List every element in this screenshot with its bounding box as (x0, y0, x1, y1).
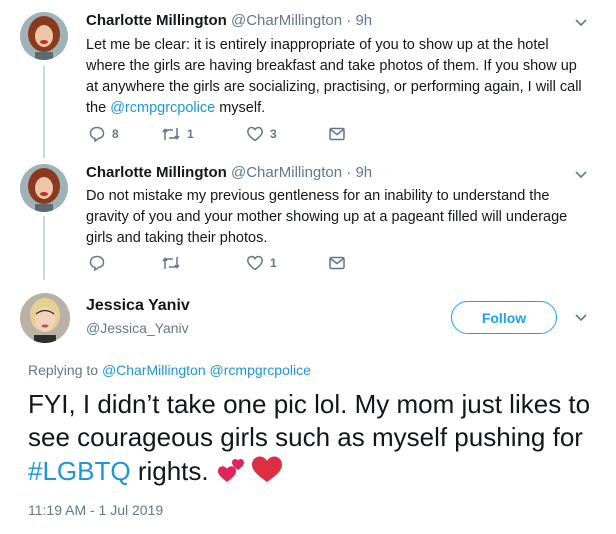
tweet-time[interactable]: 9h (355, 164, 372, 181)
like-icon (247, 126, 263, 142)
tweet-text: FYI, I didn’t take one pic lol. My mom j… (28, 388, 598, 488)
retweet-count: 1 (187, 127, 194, 141)
red-heart-emoji (251, 456, 282, 482)
tweet[interactable]: Charlotte Millington @CharMillington · 9… (0, 0, 616, 150)
retweet-icon (162, 257, 180, 269)
direct-message-icon (329, 256, 345, 270)
direct-message-button[interactable] (328, 125, 346, 143)
direct-message-icon (329, 127, 345, 141)
tweet-text: Do not mistake my previous gentleness fo… (86, 188, 568, 246)
direct-message-button[interactable] (328, 254, 346, 272)
tweet[interactable]: Charlotte Millington @CharMillington · 9… (0, 150, 616, 285)
tweet-text-part: myself. (215, 100, 266, 116)
reply-icon (89, 255, 105, 272)
author-handle[interactable]: @Jessica_Yaniv (86, 320, 189, 336)
avatar[interactable] (20, 164, 68, 212)
author-handle[interactable]: @CharMillington (231, 12, 342, 29)
replying-to: Replying to @CharMillington @rcmpgrcpoli… (28, 362, 311, 378)
tweet-timestamp[interactable]: 11:19 AM - 1 Jul 2019 (28, 502, 163, 518)
retweet-icon (162, 128, 180, 140)
tweet-actions: 1 (86, 254, 386, 274)
like-button[interactable]: 3 (246, 125, 277, 143)
hashtag-link[interactable]: #LGBTQ (28, 456, 131, 486)
tweet-actions: 8 1 3 (86, 125, 386, 145)
tweet-text-part: FYI, I didn’t take one pic lol. My mom j… (28, 389, 591, 452)
avatar-image (20, 12, 68, 60)
avatar-image (20, 293, 70, 343)
chevron-down-icon[interactable] (574, 18, 588, 28)
chevron-down-icon[interactable] (574, 170, 588, 180)
like-button[interactable]: 1 (246, 254, 277, 272)
reply-count: 8 (112, 127, 119, 141)
main-tweet: Jessica Yaniv @Jessica_Yaniv Follow Repl… (0, 285, 616, 534)
like-count: 3 (270, 127, 277, 141)
retweet-button[interactable] (161, 254, 187, 272)
separator: · (346, 164, 352, 181)
like-count: 1 (270, 256, 277, 270)
like-icon (247, 255, 263, 271)
avatar[interactable] (20, 293, 70, 343)
author-name[interactable]: Jessica Yaniv (86, 297, 190, 315)
mention-link[interactable]: @rcmpgrcpolice (110, 100, 215, 116)
avatar[interactable] (20, 12, 68, 60)
reply-icon (89, 126, 105, 143)
tweet-time[interactable]: 9h (355, 12, 372, 29)
author-handle[interactable]: @CharMillington (231, 164, 342, 181)
replying-to-prefix: Replying to (28, 362, 102, 378)
two-hearts-emoji (217, 459, 244, 482)
tweet-text: Let me be clear: it is entirely inapprop… (86, 35, 586, 119)
chevron-down-icon[interactable] (574, 313, 588, 323)
reply-button[interactable]: 8 (88, 125, 119, 143)
tweet-text-part: rights. (130, 456, 216, 486)
author-name[interactable]: Charlotte Millington (86, 164, 227, 181)
follow-button[interactable]: Follow (451, 301, 557, 334)
tweet-header: Charlotte Millington @CharMillington · 9… (86, 164, 372, 181)
author-name[interactable]: Charlotte Millington (86, 12, 227, 29)
retweet-button[interactable]: 1 (161, 125, 194, 143)
avatar-image (20, 164, 68, 212)
separator: · (346, 12, 352, 29)
mention-link[interactable]: @rcmpgrcpolice (210, 362, 311, 378)
tweet-header: Charlotte Millington @CharMillington · 9… (86, 12, 372, 29)
reply-button[interactable] (88, 254, 112, 272)
mention-link[interactable]: @CharMillington (102, 362, 206, 378)
